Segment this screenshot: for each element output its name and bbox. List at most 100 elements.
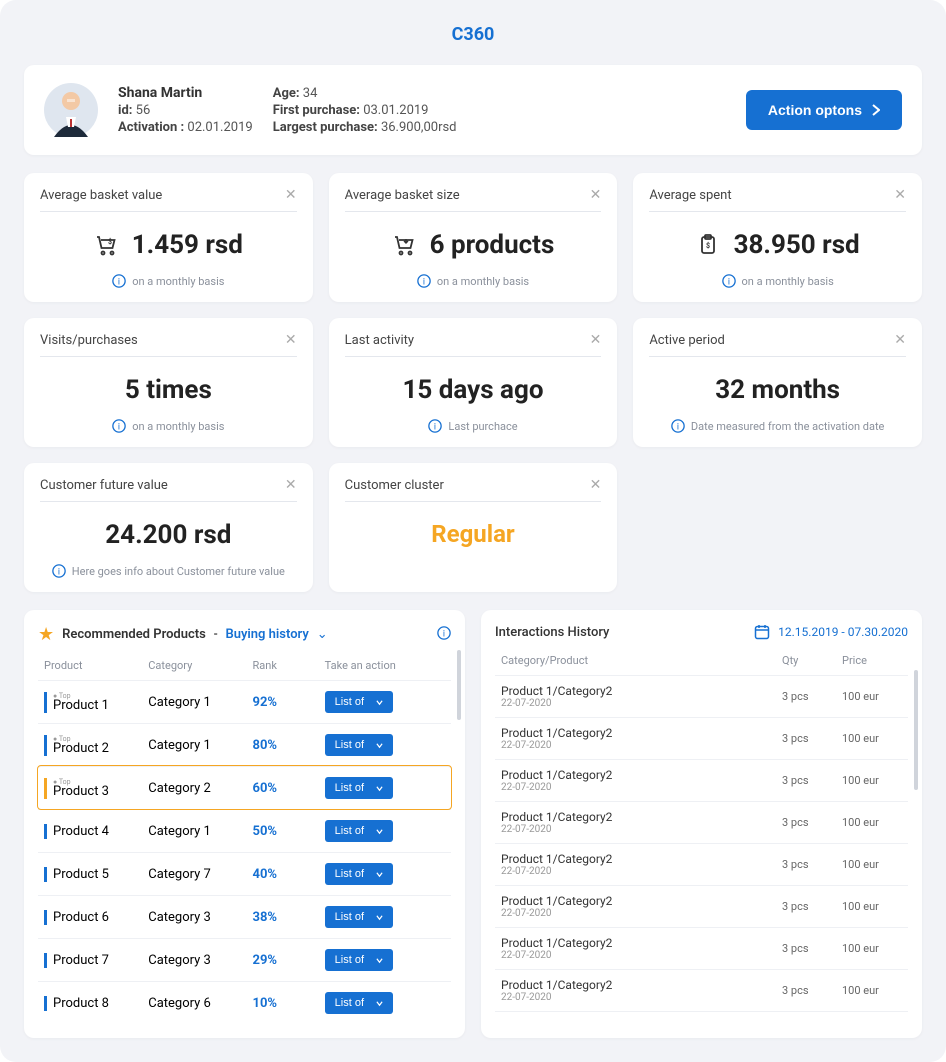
- stat-value: $1.459 rsd: [40, 230, 297, 260]
- close-icon[interactable]: ✕: [894, 187, 906, 203]
- svg-text:$: $: [108, 238, 112, 246]
- list-of-button[interactable]: List of: [325, 949, 393, 971]
- stat-value: 32 months: [649, 375, 906, 405]
- interaction-qty: 3 pcs: [782, 900, 842, 913]
- id-label: id:: [118, 103, 132, 118]
- interaction-date: 22-07-2020: [501, 992, 782, 1003]
- stat-title: Average basket value: [40, 188, 162, 203]
- table-row[interactable]: ● Top Product 2 Category 1 80% List of: [38, 723, 451, 766]
- col-action: Take an action: [325, 659, 445, 672]
- stat-value: Regular: [345, 520, 602, 548]
- rank-cell: 29%: [253, 953, 325, 968]
- interaction-date: 22-07-2020: [501, 782, 782, 793]
- table-row[interactable]: Product 4 Category 1 50% List of: [38, 809, 451, 852]
- stat-title: Active period: [649, 333, 725, 348]
- product-name: Product 4: [53, 824, 109, 839]
- interaction-product: Product 1/Category2: [501, 810, 782, 824]
- close-icon[interactable]: ✕: [894, 332, 906, 348]
- stat-value: 24.200 rsd: [40, 520, 297, 550]
- profile-details-left: Shana Martin id: 56 Activation : 02.01.2…: [118, 85, 253, 135]
- stat-title: Average spent: [649, 188, 731, 203]
- interaction-qty: 3 pcs: [782, 816, 842, 829]
- rank-cell: 92%: [253, 695, 325, 710]
- rank-cell: 10%: [253, 996, 325, 1011]
- table-row: Product 1/Category222-07-2020 3 pcs 100 …: [495, 802, 908, 844]
- table-row: Product 1/Category222-07-2020 3 pcs 100 …: [495, 718, 908, 760]
- chevron-down-icon[interactable]: ⌄: [317, 627, 328, 642]
- list-of-button[interactable]: List of: [325, 992, 393, 1014]
- scrollbar[interactable]: [914, 670, 918, 790]
- col-category: Category: [148, 659, 252, 672]
- product-name: Product 5: [53, 867, 109, 882]
- action-options-button[interactable]: Action optons: [746, 90, 902, 130]
- category-cell: Category 3: [148, 910, 252, 925]
- table-row: Product 1/Category222-07-2020 3 pcs 100 …: [495, 970, 908, 1012]
- table-row[interactable]: Product 7 Category 3 29% List of: [38, 938, 451, 981]
- svg-text:i: i: [434, 423, 436, 433]
- stat-card: Average spent ✕ $38.950 rsd ion a monthl…: [633, 173, 922, 302]
- buying-history-link[interactable]: Buying history: [225, 627, 308, 642]
- close-icon[interactable]: ✕: [590, 187, 602, 203]
- category-cell: Category 2: [148, 781, 252, 796]
- action-options-label: Action optons: [768, 102, 862, 118]
- close-icon[interactable]: ✕: [285, 187, 297, 203]
- interaction-price: 100 eur: [842, 858, 902, 871]
- interaction-date: 22-07-2020: [501, 950, 782, 961]
- calendar-icon: [754, 624, 770, 640]
- interaction-qty: 3 pcs: [782, 690, 842, 703]
- table-row[interactable]: Product 5 Category 7 40% List of: [38, 852, 451, 895]
- interaction-date: 22-07-2020: [501, 740, 782, 751]
- table-row[interactable]: Product 6 Category 3 38% List of: [38, 895, 451, 938]
- svg-text:$: $: [706, 242, 710, 250]
- id-value: 56: [136, 103, 151, 118]
- list-of-button[interactable]: List of: [325, 820, 393, 842]
- interaction-product: Product 1/Category2: [501, 894, 782, 908]
- interaction-product: Product 1/Category2: [501, 768, 782, 782]
- interaction-qty: 3 pcs: [782, 858, 842, 871]
- table-row[interactable]: Product 8 Category 6 10% List of: [38, 981, 451, 1024]
- product-cell: ● Top Product 1: [44, 692, 148, 713]
- product-cell: ● Top Product 2: [44, 735, 148, 756]
- list-of-button[interactable]: List of: [325, 691, 393, 713]
- svg-text:i: i: [118, 423, 120, 433]
- close-icon[interactable]: ✕: [590, 477, 602, 493]
- interaction-product: Product 1/Category2: [501, 726, 782, 740]
- stat-card: Customer future value ✕ 24.200 rsd iHere…: [24, 463, 313, 592]
- close-icon[interactable]: ✕: [285, 477, 297, 493]
- table-row[interactable]: ● Top Product 3 Category 2 60% List of: [38, 766, 451, 809]
- stat-title: Visits/purchases: [40, 333, 138, 348]
- table-row[interactable]: ● Top Product 1 Category 1 92% List of: [38, 680, 451, 723]
- interaction-price: 100 eur: [842, 816, 902, 829]
- interaction-price: 100 eur: [842, 984, 902, 997]
- interactions-title: Interactions History: [495, 625, 609, 640]
- stat-title: Customer cluster: [345, 478, 444, 493]
- list-of-button[interactable]: List of: [325, 863, 393, 885]
- close-icon[interactable]: ✕: [285, 332, 297, 348]
- largest-purchase-label: Largest purchase:: [273, 120, 378, 135]
- product-name: Product 6: [53, 910, 109, 925]
- profile-details-right: Age: 34 First purchase: 03.01.2019 Large…: [273, 86, 457, 135]
- list-of-button[interactable]: List of: [325, 777, 393, 799]
- age-label: Age:: [273, 86, 300, 101]
- star-icon: ★: [38, 624, 54, 645]
- close-icon[interactable]: ✕: [590, 332, 602, 348]
- activation-value: 02.01.2019: [187, 120, 252, 135]
- interaction-product: Product 1/Category2: [501, 936, 782, 950]
- product-name: Product 2: [53, 741, 109, 756]
- list-of-button[interactable]: List of: [325, 734, 393, 756]
- rank-cell: 60%: [253, 781, 325, 796]
- stat-value: 15 days ago: [345, 375, 602, 405]
- product-cell: Product 5: [44, 867, 148, 882]
- category-cell: Category 1: [148, 824, 252, 839]
- stat-note: iLast purchace: [345, 419, 602, 433]
- interactions-history-panel: Interactions History 12.15.2019 - 07.30.…: [481, 610, 922, 1038]
- category-cell: Category 1: [148, 695, 252, 710]
- product-cell: ● Top Product 3: [44, 778, 148, 799]
- info-icon[interactable]: i: [437, 626, 451, 644]
- interaction-qty: 3 pcs: [782, 732, 842, 745]
- table-row: Product 1/Category222-07-2020 3 pcs 100 …: [495, 928, 908, 970]
- interaction-date: 22-07-2020: [501, 824, 782, 835]
- date-range-picker[interactable]: 12.15.2019 - 07.30.2020: [754, 624, 908, 640]
- list-of-button[interactable]: List of: [325, 906, 393, 928]
- scrollbar[interactable]: [457, 650, 461, 720]
